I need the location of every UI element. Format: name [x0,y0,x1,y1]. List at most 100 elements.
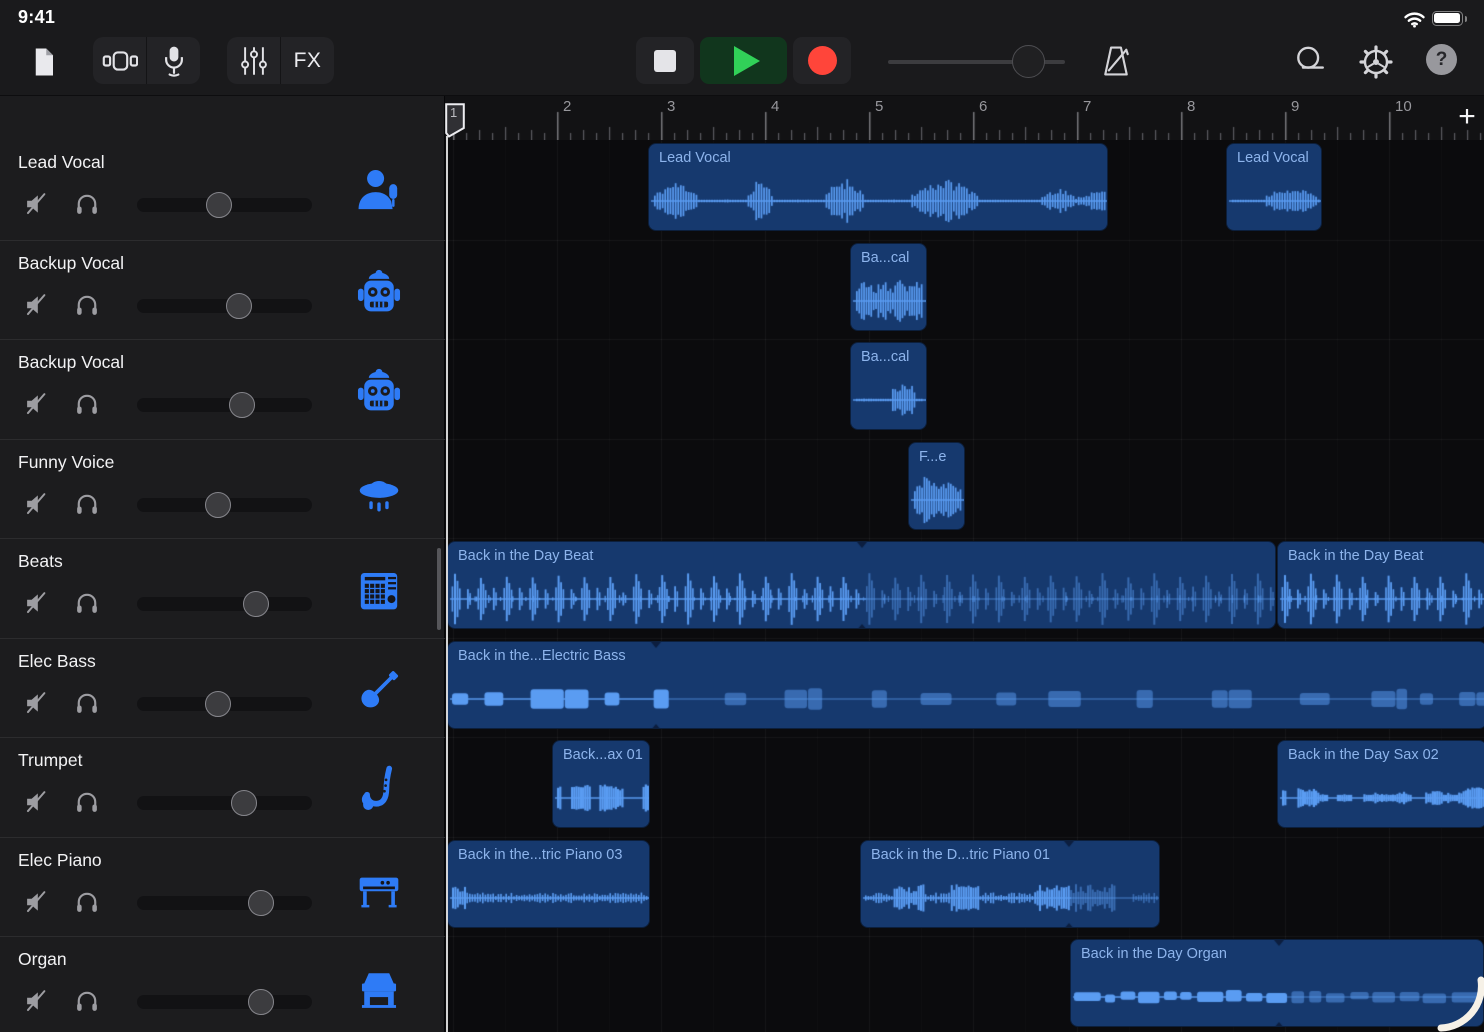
mute-button[interactable] [22,190,52,220]
monitor-button[interactable] [72,490,102,520]
track-volume-slider[interactable] [137,697,312,711]
mute-button[interactable] [22,888,52,918]
monitor-headphones-icon [73,490,101,518]
audio-region[interactable]: Back in the D...tric Piano 01 [860,840,1160,928]
vocalist-icon[interactable] [354,166,404,216]
mute-button[interactable] [22,390,52,420]
audio-region[interactable]: Back in the Day Beat [1277,541,1484,629]
track-volume-knob[interactable] [229,392,255,418]
fx-button[interactable]: FX [281,37,334,84]
audio-region[interactable]: Back...ax 01 [552,740,650,828]
microphone-icon [160,44,188,78]
audio-region[interactable]: F...e [908,442,965,530]
audio-region[interactable]: Lead Vocal [648,143,1108,231]
track-volume-knob[interactable] [205,492,231,518]
track-volume-knob[interactable] [206,192,232,218]
track-volume-knob[interactable] [248,890,274,916]
count-in-metronome-button[interactable] [1096,41,1136,81]
mute-speaker-icon [23,689,51,717]
monitor-button[interactable] [72,589,102,619]
track-header-row[interactable]: Backup Vocal [0,240,445,339]
mute-button[interactable] [22,788,52,818]
monitor-button[interactable] [72,888,102,918]
audio-region[interactable]: Ba...cal [850,243,927,331]
monitor-button[interactable] [72,190,102,220]
monitor-button[interactable] [72,788,102,818]
region-label: Ba...cal [861,349,909,365]
audio-region[interactable]: Back in the Day Organ [1070,939,1484,1027]
mute-button[interactable] [22,689,52,719]
record-button[interactable] [793,37,851,84]
track-header-row[interactable]: Organ [0,936,445,1032]
instrument-view-button[interactable] [147,37,200,84]
audio-region[interactable]: Back in the...tric Piano 03 [447,840,650,928]
track-volume-slider[interactable] [137,498,312,512]
drum-machine-icon[interactable] [354,565,404,615]
playhead-marker[interactable]: 1 [445,103,465,138]
mute-speaker-icon [23,291,51,319]
help-icon: ? [1426,44,1457,75]
master-volume-knob[interactable] [1012,45,1045,78]
track-list-scrollbar[interactable] [437,548,441,630]
track-name: Elec Bass [18,651,96,672]
ufo-icon[interactable] [354,466,404,516]
master-volume-slider[interactable] [888,44,1065,79]
electric-piano-icon[interactable] [354,864,404,914]
timeline-ruler[interactable]: + 2345678910 [445,95,1484,140]
fx-label: FX [294,49,322,73]
track-volume-slider[interactable] [137,198,312,212]
settings-button[interactable] [1355,41,1397,83]
track-volume-knob[interactable] [231,790,257,816]
mute-button[interactable] [22,291,52,321]
audio-region[interactable]: Back in the Day Sax 02 [1277,740,1484,828]
monitor-button[interactable] [72,291,102,321]
track-header-row[interactable]: Beats [0,538,445,638]
saxophone-icon[interactable] [354,764,404,814]
track-volume-slider[interactable] [137,597,312,611]
track-volume-slider[interactable] [137,299,312,313]
bass-guitar-icon[interactable] [354,665,404,715]
add-track-button[interactable]: + [1452,100,1482,134]
track-volume-knob[interactable] [248,989,274,1015]
track-volume-slider[interactable] [137,896,312,910]
play-button[interactable] [700,37,787,84]
toolbar: 9:41 FX [0,0,1484,96]
track-volume-slider[interactable] [137,796,312,810]
organ-icon[interactable] [354,963,404,1013]
track-header-row[interactable]: Elec Piano [0,837,445,936]
monitor-button[interactable] [72,390,102,420]
audio-region[interactable]: Back in the Day Beat [447,541,1276,629]
track-header-row[interactable]: Elec Bass [0,638,445,737]
mute-button[interactable] [22,987,52,1017]
help-button[interactable]: ? [1426,44,1457,75]
song-browser-button[interactable] [27,42,61,82]
audio-region[interactable]: Lead Vocal [1226,143,1322,231]
stop-button[interactable] [636,37,694,84]
robot-icon[interactable] [354,267,404,317]
audio-region[interactable]: Ba...cal [850,342,927,430]
track-header-row[interactable]: Lead Vocal [0,140,445,240]
track-view-button[interactable] [93,37,146,84]
mute-button[interactable] [22,490,52,520]
monitor-button[interactable] [72,689,102,719]
loop-browser-button[interactable] [1290,43,1332,79]
track-header-row[interactable]: Backup Vocal [0,339,445,439]
mute-button[interactable] [22,589,52,619]
robot-icon[interactable] [354,366,404,416]
track-volume-knob[interactable] [205,691,231,717]
monitor-headphones-icon [73,689,101,717]
monitor-button[interactable] [72,987,102,1017]
track-volume-slider[interactable] [137,398,312,412]
bar-number: 7 [1083,98,1091,115]
track-header-row[interactable]: Trumpet [0,737,445,837]
track-volume-knob[interactable] [226,293,252,319]
audio-region[interactable]: Back in the...Electric Bass [447,641,1484,729]
playhead-line[interactable] [446,136,448,1032]
track-header-row[interactable]: Funny Voice [0,439,445,538]
track-volume-knob[interactable] [243,591,269,617]
track-volume-slider[interactable] [137,995,312,1009]
region-label: Lead Vocal [1237,150,1309,166]
track-controls-button[interactable] [227,37,280,84]
bar-number: 4 [771,98,779,115]
timeline[interactable]: Lead Vocal Lead Vocal Ba...cal Ba...cal F...… [445,140,1484,1032]
